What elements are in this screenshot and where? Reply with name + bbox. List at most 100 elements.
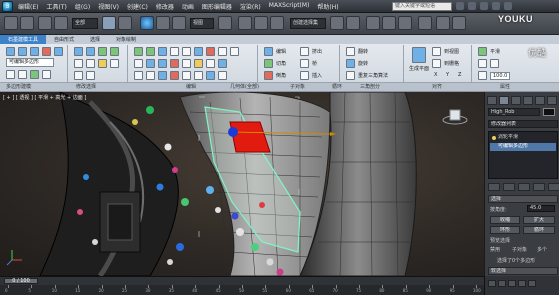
bridge-small-icon[interactable]	[300, 59, 309, 68]
edit-loop-icon[interactable]	[264, 47, 273, 56]
align-z-button[interactable]: Z	[458, 72, 461, 78]
material-editor-icon[interactable]	[418, 16, 432, 30]
quickslice-icon[interactable]	[134, 59, 143, 68]
menu-item-rendering[interactable]: 渲染(R)	[240, 2, 261, 11]
loop-icon[interactable]	[98, 47, 107, 56]
collapse-icon[interactable]	[218, 47, 227, 56]
perspective-viewport[interactable]: [ + ] [ 透视 ] [ 平滑 + 高光 + 边面 ]	[0, 92, 484, 276]
layer-manager-icon[interactable]	[366, 16, 380, 30]
preview-multi-radio[interactable]: 多个	[537, 246, 547, 253]
tab-object-paint[interactable]: 对象绘制	[108, 35, 144, 44]
smooth-30-icon[interactable]	[478, 59, 487, 68]
select-rotate-icon[interactable]	[156, 16, 170, 30]
bevel-icon[interactable]	[170, 47, 179, 56]
utilities-tab-icon[interactable]	[547, 96, 557, 105]
menu-item-graph-editors[interactable]: 图形编辑器	[202, 2, 232, 11]
edit-poly-combo[interactable]: 可编辑多边形	[6, 58, 54, 67]
retriangulate-icon[interactable]	[206, 71, 215, 80]
percent-snap-icon[interactable]	[270, 16, 284, 30]
ring-mode-icon[interactable]	[86, 59, 95, 68]
inset-icon[interactable]	[182, 47, 191, 56]
help-icon[interactable]	[480, 2, 488, 10]
hard-icon[interactable]	[490, 59, 499, 68]
bridge-icon[interactable]	[158, 47, 167, 56]
modifier-list-dropdown[interactable]: 修改器列表	[488, 120, 558, 128]
stack-item-editable-poly[interactable]: 可编辑多边形	[490, 143, 556, 151]
fill-icon[interactable]	[74, 71, 83, 80]
go-to-end-icon[interactable]	[528, 280, 536, 287]
loop-button[interactable]: 循环	[523, 226, 555, 234]
binoculars-icon[interactable]	[456, 2, 464, 10]
group-label-loops[interactable]: 循环	[332, 83, 342, 91]
search-input[interactable]: 键入关键字或短语	[392, 2, 452, 11]
make-unique-icon[interactable]	[518, 183, 530, 191]
extrude-small-icon[interactable]	[300, 47, 309, 56]
ring-button[interactable]: 环形	[490, 226, 520, 234]
unlink-icon[interactable]	[54, 16, 68, 30]
chamfer-icon[interactable]	[146, 47, 155, 56]
hierarchy-tab-icon[interactable]	[511, 96, 521, 105]
menu-item-maxscript[interactable]: MAXScript(M)	[269, 2, 310, 11]
loop-mode-icon[interactable]	[74, 59, 83, 68]
motion-tab-icon[interactable]	[523, 96, 533, 105]
menu-item-modifiers[interactable]: 修改器	[156, 2, 174, 11]
similar-icon[interactable]	[110, 59, 119, 68]
remove-modifier-icon[interactable]	[533, 183, 545, 191]
shrink-button[interactable]: 收缩	[490, 216, 520, 224]
edge-icon[interactable]	[18, 47, 27, 56]
undo-icon[interactable]	[4, 16, 18, 30]
menu-item-tools[interactable]: 工具(T)	[46, 2, 66, 11]
group-label-geometry[interactable]: 几何体(全部)	[230, 83, 259, 91]
flip-edge-icon[interactable]	[346, 47, 355, 56]
named-selection-dropdown[interactable]: 创建选择集	[290, 18, 326, 29]
shrink-icon[interactable]	[86, 47, 95, 56]
hinge-icon[interactable]	[134, 71, 143, 80]
rollout-soft-selection[interactable]: 软选择	[488, 267, 558, 275]
group-label-modify-selection[interactable]: 修改选择	[76, 83, 96, 91]
by-angle-spinner[interactable]: 45.0	[527, 205, 555, 212]
tessellate-icon[interactable]	[170, 71, 179, 80]
close-icon[interactable]	[504, 2, 512, 10]
play-icon[interactable]	[508, 280, 516, 287]
display-tab-icon[interactable]	[535, 96, 545, 105]
remove-icon[interactable]	[170, 59, 179, 68]
to-view-icon[interactable]	[432, 47, 441, 56]
go-to-start-icon[interactable]	[488, 280, 496, 287]
minimize-icon[interactable]	[492, 2, 500, 10]
cap-icon[interactable]	[206, 59, 215, 68]
retriangulate-small-icon[interactable]	[346, 71, 355, 80]
select-by-name-icon[interactable]	[118, 16, 132, 30]
make-planar-large-icon[interactable]	[412, 47, 426, 63]
flip-icon[interactable]	[194, 71, 203, 80]
grow-icon[interactable]	[74, 47, 83, 56]
group-label-subobject[interactable]: 子对象	[290, 83, 305, 91]
menu-item-help[interactable]: 帮助(H)	[317, 2, 338, 11]
rollout-selection[interactable]: 选择	[488, 195, 558, 203]
star-icon[interactable]	[468, 2, 476, 10]
viewport-label[interactable]: [ + ] [ 透视 ] [ 平滑 + 高光 + 边面 ]	[3, 94, 86, 101]
stack-item-turbosmooth[interactable]: 涡轮平滑	[490, 134, 556, 142]
reference-coordinate-dropdown[interactable]: 视图	[190, 18, 214, 29]
group-label-triangulate[interactable]: 三角剖分	[360, 83, 380, 91]
menu-item-group[interactable]: 组(G)	[75, 2, 90, 11]
relax-icon[interactable]	[218, 59, 227, 68]
menu-item-animation[interactable]: 动画	[182, 2, 194, 11]
previous-frame-icon[interactable]	[498, 280, 506, 287]
turn-edge-icon[interactable]	[346, 59, 355, 68]
time-slider[interactable]: 0 / 100	[4, 278, 38, 284]
props-spinner-icon[interactable]	[478, 71, 487, 80]
menu-item-edit[interactable]: 编辑(E)	[18, 2, 38, 11]
smooth-threshold-field[interactable]: 100.0	[490, 72, 511, 80]
app-logo-icon[interactable]: 3	[2, 1, 13, 12]
fill-hole-icon[interactable]	[86, 71, 95, 80]
menu-item-create[interactable]: 创建(C)	[127, 2, 148, 11]
link-icon[interactable]	[38, 16, 52, 30]
tab-freeform[interactable]: 自由形式	[46, 35, 82, 44]
create-tab-icon[interactable]	[487, 96, 497, 105]
select-object-icon[interactable]	[102, 16, 116, 30]
show-end-result-icon[interactable]	[503, 183, 515, 191]
group-label-polygon-modeling[interactable]: 多边形建模	[6, 83, 31, 91]
track-bar[interactable]: 0 5 10 15 20 25 30 35 40 45 50 55 60 65 70 75 80 85 90 95 10…	[0, 285, 484, 295]
selection-filter-dropdown[interactable]: 全部	[72, 18, 98, 29]
menu-item-views[interactable]: 视图(V)	[98, 2, 119, 11]
